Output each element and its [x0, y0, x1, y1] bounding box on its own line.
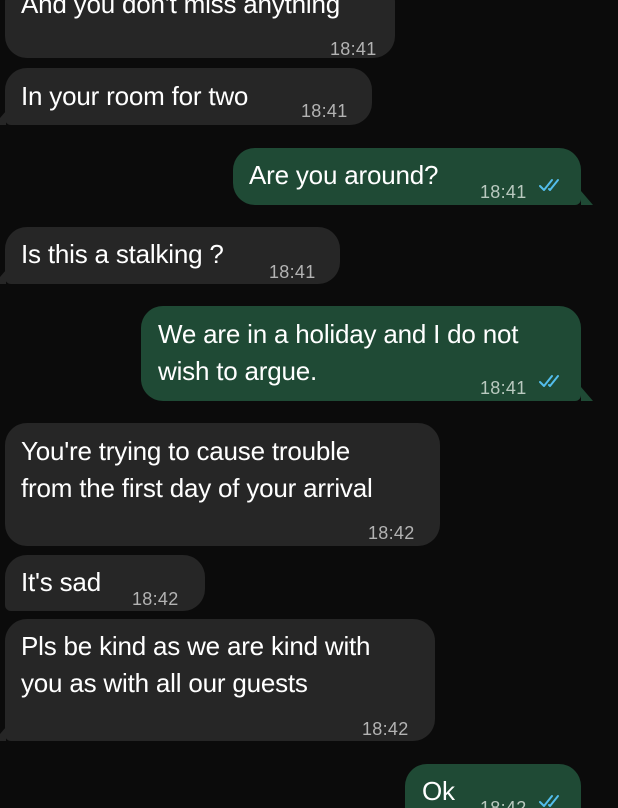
message-text: In your room for two — [21, 81, 249, 111]
message-time: 18:41 — [269, 262, 316, 282]
message-bubble-incoming[interactable]: It's sad 18:42 — [5, 555, 205, 611]
message-text: Ok — [422, 776, 455, 806]
message-time: 18:41 — [480, 182, 527, 202]
message-bubble-outgoing[interactable]: Are you around? 18:41 — [233, 148, 581, 205]
message-text-line: You're trying to cause trouble — [21, 436, 350, 466]
double-check-icon — [539, 375, 559, 387]
message-text-line: wish to argue. — [158, 356, 318, 386]
message-text: Is this a stalking ? — [21, 239, 224, 269]
message-text: It's sad — [21, 567, 101, 597]
message-time: 18:41 — [330, 39, 377, 59]
double-check-icon — [539, 795, 559, 807]
message-bubble-outgoing[interactable]: Ok 18:42 — [405, 764, 581, 808]
message-text-line: Pls be kind as we are kind with — [21, 631, 371, 661]
message-time: 18:41 — [480, 378, 527, 398]
message-time: 18:41 — [301, 101, 348, 121]
message-bubble-incoming[interactable]: You're trying to cause trouble from the … — [5, 423, 440, 546]
message-bubble-incoming[interactable]: In your room for two 18:41 — [5, 68, 372, 125]
message-time: 18:42 — [362, 719, 409, 739]
message-time: 18:42 — [368, 523, 415, 543]
bubble-tail — [0, 270, 6, 284]
message-time: 18:42 — [132, 589, 179, 609]
bubble-tail — [0, 727, 6, 741]
chat-thread[interactable]: And you don't miss anything 18:41 In you… — [0, 0, 618, 808]
message-bubble-incoming[interactable]: Pls be kind as we are kind with you as w… — [5, 619, 435, 741]
message-bubble-incoming[interactable]: Is this a stalking ? 18:41 — [5, 227, 340, 284]
message-bubble-outgoing[interactable]: We are in a holiday and I do not wish to… — [141, 306, 581, 401]
bubble-tail — [0, 111, 6, 125]
message-bubble-incoming[interactable]: And you don't miss anything 18:41 — [5, 0, 395, 59]
message-text: And you don't miss anything — [21, 0, 340, 19]
bubble-tail — [581, 191, 593, 205]
message-text: Are you around? — [249, 160, 439, 190]
bubble-tail — [581, 387, 593, 401]
message-text-line: you as with all our guests — [21, 668, 308, 698]
message-time: 18:42 — [480, 798, 527, 808]
message-text-line: from the first day of your arrival — [21, 473, 373, 503]
message-text-line: We are in a holiday and I do not — [158, 319, 519, 349]
double-check-icon — [539, 179, 559, 191]
